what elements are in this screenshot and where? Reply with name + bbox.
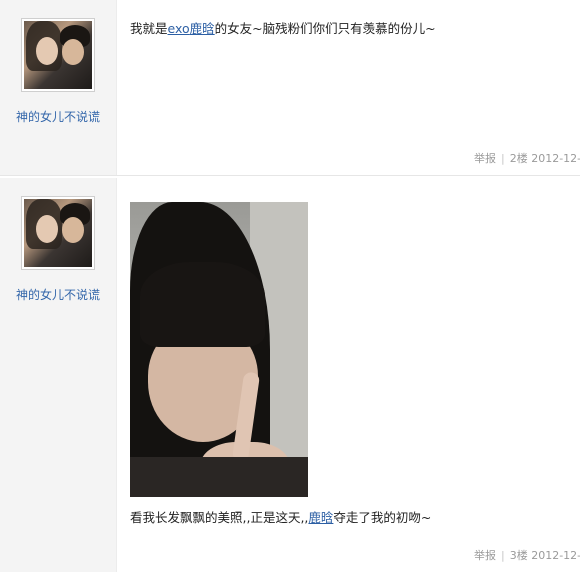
user-sidebar: 神的女儿不说谎 — [0, 0, 117, 175]
post-text-part: 的女友~脑残粉们你们只有羡慕的份儿~ — [214, 21, 436, 36]
username-link[interactable]: 神的女儿不说谎 — [0, 108, 116, 125]
post-text-part: 我就是 — [130, 21, 168, 36]
keyword-link-luhan[interactable]: 鹿晗 — [190, 21, 215, 36]
post-photo[interactable] — [130, 202, 308, 497]
post-footer: 举报|2楼 2012-12-1 — [474, 150, 580, 166]
floor-number: 2楼 — [509, 152, 528, 165]
post-text-part: 夺走了我的初吻~ — [333, 510, 432, 525]
post-floor-2: 神的女儿不说谎 我就是exo鹿晗的女友~脑残粉们你们只有羡慕的份儿~ 举报 | 2楼… — [0, 0, 580, 175]
keyword-link-exo[interactable]: exo — [168, 21, 190, 36]
avatar-image — [24, 21, 92, 89]
post-footer: 举报|3楼 2012-12-1 — [474, 547, 580, 563]
post-text-part: 看我长发飘飘的美照,,正是这天,, — [130, 510, 309, 525]
floor-number: 3楼 — [509, 549, 528, 562]
post-divider — [0, 175, 580, 176]
post-text: 看我长发飘飘的美照,,正是这天,,鹿晗夺走了我的初吻~ — [130, 507, 431, 526]
keyword-link-luhan[interactable]: 鹿晗 — [308, 510, 333, 525]
avatar[interactable] — [21, 18, 95, 92]
username-link[interactable]: 神的女儿不说谎 — [0, 286, 116, 303]
post-date: 2012-12-1 — [531, 549, 580, 562]
post-floor-3: 神的女儿不说谎 看我长发飘飘的美照,,正是这天,,鹿晗夺走了我的初吻~ 举报 | 3… — [0, 178, 580, 572]
post-date: 2012-12-1 — [531, 152, 580, 165]
report-link[interactable]: 举报 — [474, 549, 496, 562]
post-text: 我就是exo鹿晗的女友~脑残粉们你们只有羡慕的份儿~ — [130, 18, 436, 37]
avatar[interactable] — [21, 196, 95, 270]
avatar-image — [24, 199, 92, 267]
report-link[interactable]: 举报 — [474, 152, 496, 165]
user-sidebar: 神的女儿不说谎 — [0, 178, 117, 572]
